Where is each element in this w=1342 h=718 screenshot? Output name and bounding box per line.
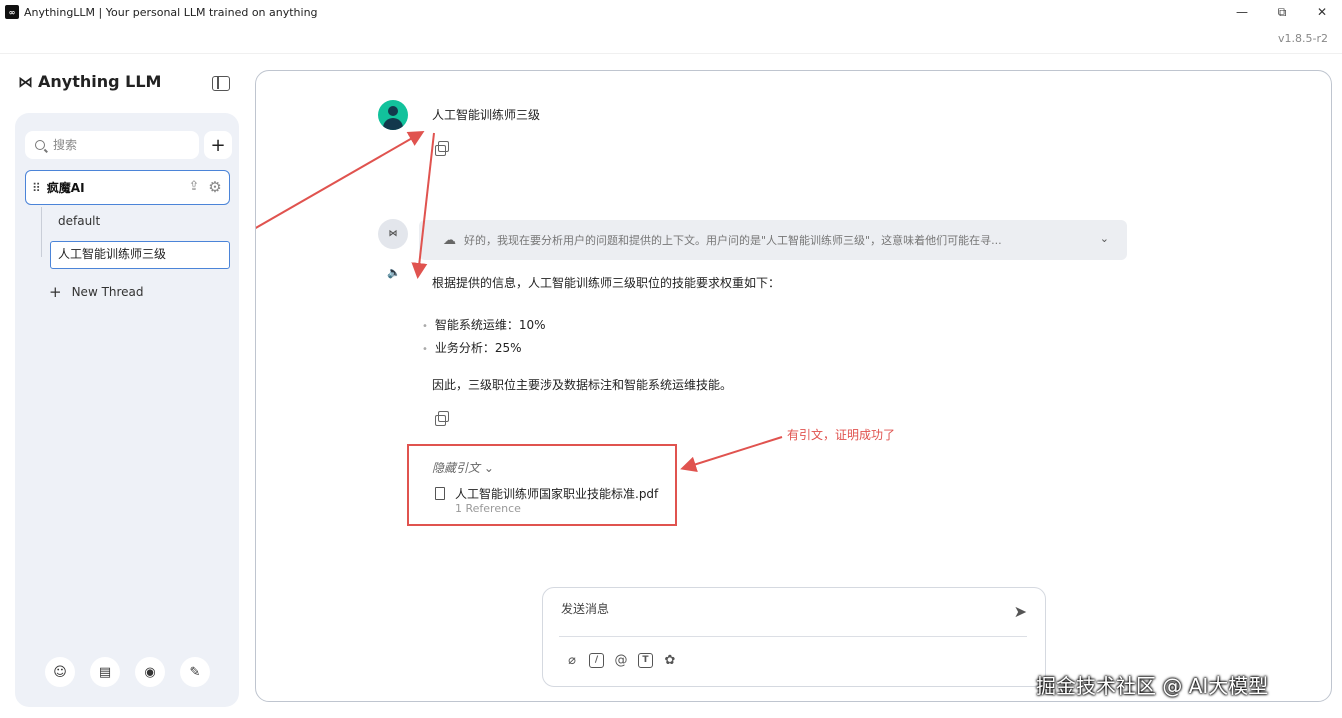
thinking-panel[interactable]: ☁ 好的，我现在要分析用户的问题和提供的上下文。用户问的是"人工智能训练师三级"… [419, 220, 1127, 260]
close-button[interactable]: ✕ [1302, 0, 1342, 24]
brand-name: Anything LLM [38, 72, 162, 91]
citations-box: 隐藏引文 ⌄ 人工智能训练师国家职业技能标准.pdf 1 Reference [407, 444, 677, 526]
app-logo-icon: ∞ [5, 5, 19, 19]
new-thread-button[interactable]: + New Thread [49, 283, 144, 301]
slash-command-icon[interactable]: / [589, 652, 604, 668]
citation-file-name[interactable]: 人工智能训练师国家职业技能标准.pdf [455, 485, 658, 502]
user-message: 人工智能训练师三级 [432, 108, 541, 122]
thinking-text: 好的，我现在要分析用户的问题和提供的上下文。用户问的是"人工智能训练师三级"，这… [464, 234, 1002, 247]
discord-icon[interactable]: ◉ [135, 657, 165, 687]
answer-conclusion: 因此，三级职位主要涉及数据标注和智能系统运维技能。 [432, 378, 733, 392]
drag-handle-icon[interactable]: ⠿ [32, 181, 41, 195]
upload-icon[interactable]: ⇪ [187, 180, 201, 194]
add-workspace-button[interactable]: + [204, 131, 232, 159]
attachment-icon[interactable]: ⌀ [563, 651, 581, 669]
message-input[interactable] [561, 600, 991, 622]
new-thread-label: New Thread [71, 285, 144, 299]
answer-intro: 根据提供的信息，人工智能训练师三级职位的技能要求权重如下： [432, 276, 781, 290]
list-item: 智能系统运维：10% [422, 316, 546, 333]
search-input[interactable] [53, 138, 193, 152]
workspace-name: 疯魔AI [46, 181, 85, 195]
arrow-annotation-to-citation [680, 436, 783, 473]
composer-divider [559, 636, 1027, 637]
message-composer: ➤ ⌀ / @ T ✿ [542, 587, 1046, 687]
hide-citations-toggle[interactable]: 隐藏引文 ⌄ [432, 459, 494, 476]
brain-icon[interactable]: ✿ [661, 651, 679, 669]
answer-list: 智能系统运维：10% 业务分析：25% [422, 316, 546, 362]
search-box[interactable] [25, 131, 199, 159]
thread-item-active[interactable]: 人工智能训练师三级 [50, 241, 230, 269]
file-icon [435, 487, 445, 500]
speaker-icon[interactable]: 🔈 [387, 266, 401, 279]
user-avatar [378, 100, 408, 130]
sidebar-toggle-icon[interactable] [212, 76, 230, 91]
brain-icon: ☁ [443, 232, 456, 248]
send-icon[interactable]: ➤ [1014, 602, 1027, 621]
search-icon [35, 140, 45, 150]
chat-panel: 人工智能训练师三级 ⋈ 🔈 ☁ 好的，我现在要分析用户的问题和提供的上下文。用户… [255, 70, 1332, 702]
text-size-icon[interactable]: T [638, 652, 653, 668]
community-hub-icon[interactable]: ☺ [45, 657, 75, 687]
copy-icon[interactable] [435, 411, 449, 426]
composer-toolbar: ⌀ / @ T ✿ [563, 651, 687, 669]
maximize-button[interactable]: ⧉ [1262, 0, 1302, 24]
settings-wrench-icon[interactable]: ✎ [180, 657, 210, 687]
watermark: 掘金技术社区 @ AI大模型 [1036, 674, 1269, 698]
mention-agent-icon[interactable]: @ [612, 651, 630, 669]
sidebar: + ⠿ 疯魔AI ⇪ ⚙ default 人工智能训练师三级 + New Thr… [15, 113, 239, 707]
gear-icon[interactable]: ⚙ [207, 179, 223, 195]
window-title: AnythingLLM | Your personal LLM trained … [24, 5, 318, 19]
annotation-text: 有引文，证明成功了 [787, 428, 896, 442]
window-titlebar: ∞ AnythingLLM | Your personal LLM traine… [0, 0, 1342, 24]
citation-count: 1 Reference [455, 502, 521, 515]
thread-tree-line [41, 207, 42, 257]
list-item: 业务分析：25% [422, 339, 546, 356]
minimize-button[interactable]: — [1222, 0, 1262, 24]
arrow-thread-to-message [256, 131, 425, 229]
header-bar [0, 24, 1342, 54]
version-label: v1.8.5-r2 [1278, 32, 1328, 45]
brand-logo: ⋈ Anything LLM [18, 72, 161, 91]
bot-avatar: ⋈ [378, 219, 408, 249]
copy-icon[interactable] [435, 141, 449, 156]
chevron-down-icon[interactable]: ⌄ [1100, 232, 1109, 245]
sidebar-footer: ☺ ▤ ◉ ✎ [45, 657, 225, 687]
docs-book-icon[interactable]: ▤ [90, 657, 120, 687]
window-controls: — ⧉ ✕ [1222, 0, 1342, 24]
thread-item-default[interactable]: default [58, 214, 100, 228]
brand-mark-icon: ⋈ [18, 72, 33, 91]
workspace-item[interactable]: ⠿ 疯魔AI ⇪ ⚙ [25, 170, 230, 205]
plus-icon: + [49, 283, 62, 301]
